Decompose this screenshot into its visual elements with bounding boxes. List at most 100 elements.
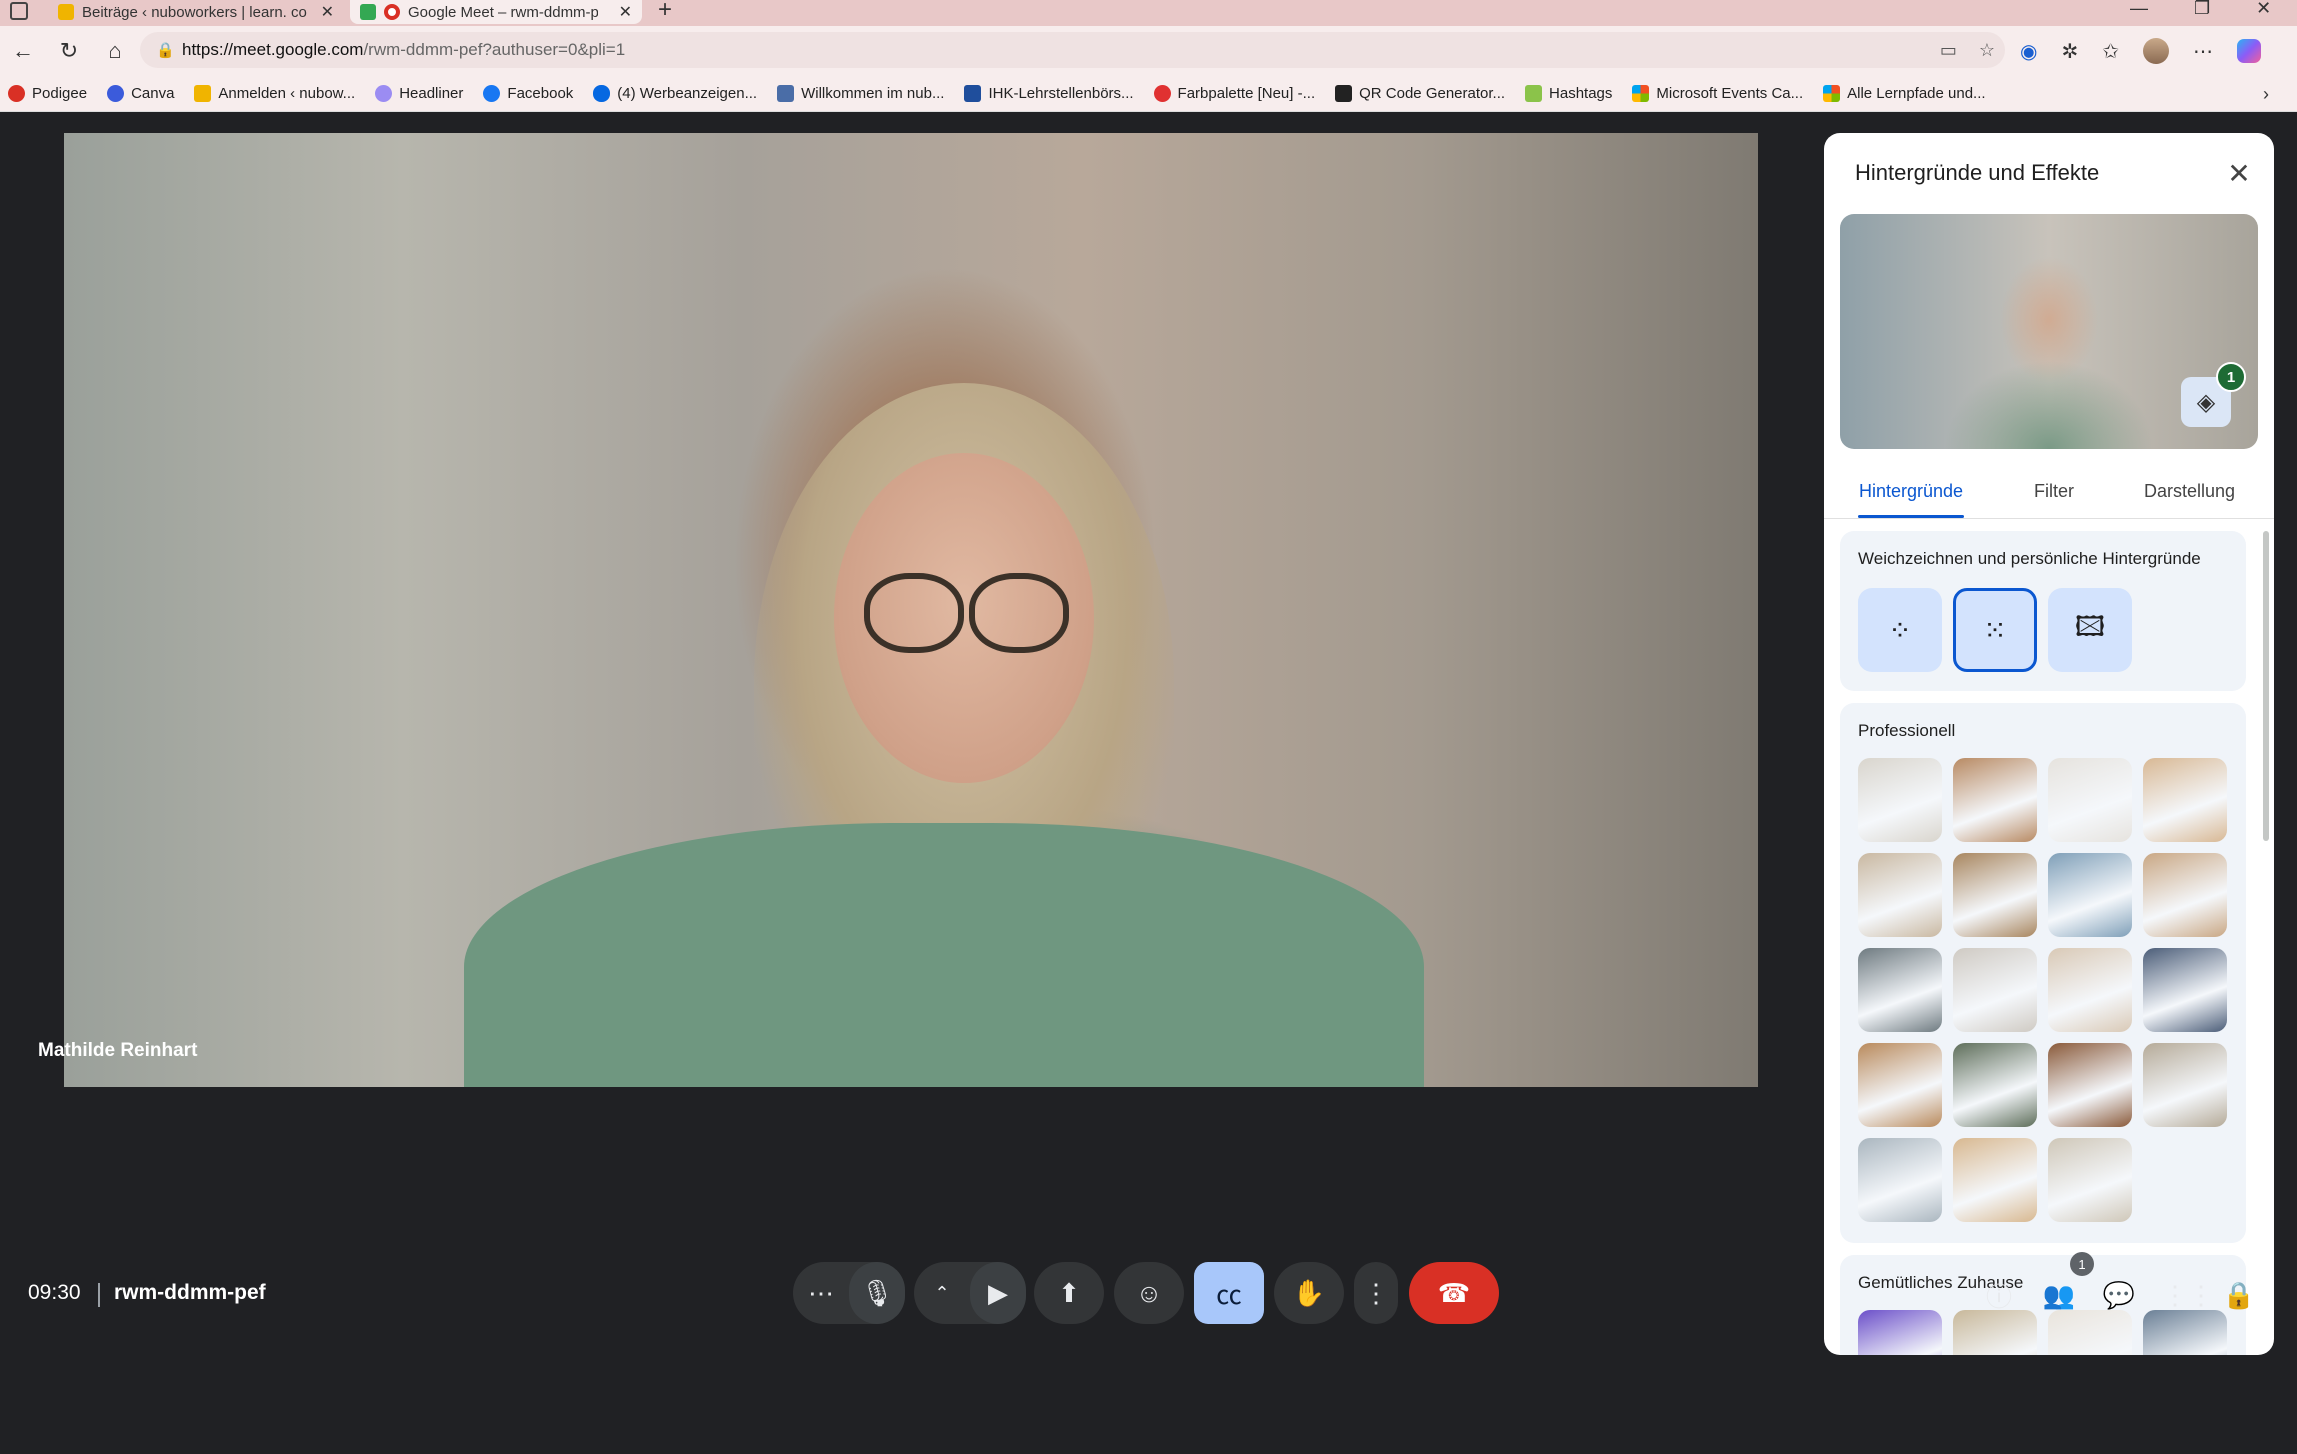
people-icon[interactable]: 👥 bbox=[2042, 1280, 2076, 1311]
background-thumbnail[interactable] bbox=[1858, 1138, 1942, 1222]
hand-icon: ✋ bbox=[1292, 1277, 1326, 1308]
background-thumbnail[interactable] bbox=[1858, 853, 1942, 937]
info-icon[interactable]: ⓘ bbox=[1982, 1277, 2016, 1314]
home-icon[interactable]: ⌂ bbox=[92, 28, 138, 74]
background-thumbnail[interactable] bbox=[2048, 758, 2132, 842]
more-menu-icon[interactable]: ⋯ bbox=[2193, 39, 2213, 64]
audio-settings-icon[interactable]: ⋯ bbox=[793, 1262, 849, 1324]
site-icon bbox=[777, 85, 795, 102]
chat-icon[interactable]: 💬 bbox=[2102, 1280, 2136, 1311]
microsoft-icon bbox=[1823, 85, 1841, 102]
panel-scrollbar[interactable] bbox=[2263, 531, 2269, 841]
background-thumbnail[interactable] bbox=[1858, 948, 1942, 1032]
close-tab-icon[interactable]: ✕ bbox=[321, 2, 334, 22]
close-icon[interactable]: ✕ bbox=[2219, 153, 2259, 193]
tab-darstellung[interactable]: Darstellung bbox=[2144, 481, 2235, 502]
raise-hand-button[interactable]: ✋ bbox=[1274, 1262, 1344, 1324]
background-thumbnail[interactable] bbox=[2048, 1138, 2132, 1222]
tab-filter[interactable]: Filter bbox=[2034, 481, 2074, 502]
password-manager-icon[interactable]: ◉ bbox=[2020, 39, 2037, 64]
panel-tabs: Hintergründe Filter Darstellung bbox=[1824, 471, 2274, 519]
background-thumbnail[interactable] bbox=[1953, 853, 2037, 937]
bookmark-facebook[interactable]: Facebook bbox=[483, 85, 573, 102]
bookmark-willkommen[interactable]: Willkommen im nub... bbox=[777, 85, 944, 102]
participant-name-label: Mathilde Reinhart bbox=[38, 1040, 198, 1061]
meeting-clock: 09:30 bbox=[28, 1281, 81, 1304]
close-window-icon[interactable]: ✕ bbox=[2256, 0, 2271, 19]
meeting-code: rwm-ddmm-pef bbox=[114, 1281, 266, 1304]
background-thumbnail[interactable] bbox=[1953, 1043, 2037, 1127]
tab-actions-icon[interactable] bbox=[10, 2, 28, 20]
tab-hintergruende[interactable]: Hintergründe bbox=[1859, 481, 1963, 502]
bookmark-farbpalette[interactable]: Farbpalette [Neu] -... bbox=[1153, 85, 1315, 102]
backgrounds-list[interactable]: Weichzeichnen und persönliche Hintergrün… bbox=[1824, 519, 2274, 1355]
chevron-right-icon[interactable]: › bbox=[2263, 76, 2269, 112]
slight-blur-button[interactable]: ⁘ bbox=[1858, 588, 1942, 672]
background-thumbnail[interactable] bbox=[2143, 1043, 2227, 1127]
background-thumbnail[interactable] bbox=[1858, 758, 1942, 842]
facebook-icon bbox=[483, 85, 501, 102]
headliner-icon bbox=[375, 85, 393, 102]
host-controls-lock-icon[interactable]: 🔒 bbox=[2222, 1280, 2256, 1311]
blur-button[interactable]: ⁙ bbox=[1953, 588, 2037, 672]
background-thumbnail[interactable] bbox=[1953, 948, 2037, 1032]
background-thumbnail[interactable] bbox=[1858, 1043, 1942, 1127]
blur-person-icon: ⁘ bbox=[1888, 614, 1912, 646]
bookmark-canva[interactable]: Canva bbox=[107, 85, 174, 102]
restore-icon[interactable]: ❐ bbox=[2194, 0, 2210, 19]
upload-background-button[interactable]: 🖾 bbox=[2048, 588, 2132, 672]
camera-icon[interactable]: ▶ bbox=[970, 1262, 1026, 1324]
leave-call-button[interactable]: ☎ bbox=[1409, 1262, 1499, 1324]
bookmark-werbeanzeigen[interactable]: (4) Werbeanzeigen... bbox=[593, 85, 757, 102]
recording-icon bbox=[384, 4, 400, 20]
background-thumbnail[interactable] bbox=[1953, 1138, 2037, 1222]
chevron-up-icon[interactable]: ⌃ bbox=[914, 1262, 970, 1324]
new-tab-button[interactable]: + bbox=[658, 0, 672, 24]
hashtags-icon bbox=[1525, 85, 1543, 102]
reactions-button[interactable]: ☺ bbox=[1114, 1262, 1184, 1324]
background-thumbnail[interactable] bbox=[2048, 948, 2132, 1032]
browser-tab-nuboworkers[interactable]: Beiträge ‹ nuboworkers | learn. co ✕ bbox=[48, 0, 344, 24]
background-thumbnail[interactable] bbox=[2048, 853, 2132, 937]
bookmark-headliner[interactable]: Headliner bbox=[375, 85, 463, 102]
bookmark-ihk[interactable]: IHK-Lehrstellenbörs... bbox=[964, 85, 1134, 102]
more-options-button[interactable]: ⋮ bbox=[1354, 1262, 1398, 1324]
backgrounds-effects-panel: Hintergründe und Effekte ✕ ◈ 1 Hintergrü… bbox=[1824, 133, 2274, 1355]
bookmark-podigee[interactable]: Podigee bbox=[8, 85, 87, 102]
microphone-icon[interactable]: 🎙 bbox=[849, 1262, 905, 1324]
podigee-icon bbox=[8, 85, 25, 102]
bookmarks-bar: Podigee Canva Anmelden ‹ nubow... Headli… bbox=[0, 76, 2297, 112]
background-thumbnail[interactable] bbox=[1858, 1310, 1942, 1355]
window-controls: — ❐ ✕ bbox=[2130, 0, 2271, 19]
background-thumbnail[interactable] bbox=[2143, 853, 2227, 937]
tab-label: Beiträge ‹ nuboworkers | learn. co bbox=[82, 3, 307, 21]
url-path: /rwm-ddmm-pef?authuser=0&pli=1 bbox=[363, 40, 626, 59]
profile-avatar[interactable] bbox=[2142, 38, 2169, 64]
minimize-icon[interactable]: — bbox=[2130, 0, 2148, 19]
activities-grid-icon[interactable]: ⋮⋮ bbox=[2162, 1280, 2214, 1311]
background-thumbnail[interactable] bbox=[1953, 758, 2037, 842]
favorites-icon[interactable]: ✩ bbox=[2102, 39, 2119, 64]
background-thumbnail[interactable] bbox=[2143, 758, 2227, 842]
extensions-icon[interactable]: ✲ bbox=[2061, 39, 2078, 64]
background-thumbnail[interactable] bbox=[2048, 1043, 2132, 1127]
active-tab-indicator bbox=[1858, 515, 1964, 518]
bookmark-hashtags[interactable]: Hashtags bbox=[1525, 85, 1612, 102]
address-bar[interactable]: 🔒 https://meet.google.com/rwm-ddmm-pef?a… bbox=[140, 32, 2005, 68]
present-screen-button[interactable]: ⬆ bbox=[1034, 1262, 1104, 1324]
back-icon[interactable]: ← bbox=[0, 28, 46, 74]
browser-tab-google-meet[interactable]: Google Meet – rwm-ddmm-p ✕ bbox=[350, 0, 642, 24]
bookmark-anmelden[interactable]: Anmelden ‹ nubow... bbox=[194, 85, 355, 102]
bookmark-microsoft-events[interactable]: Microsoft Events Ca... bbox=[1632, 85, 1803, 102]
camera-in-use-icon[interactable]: ▭ bbox=[1940, 40, 1957, 61]
microsoft-icon bbox=[1632, 85, 1650, 102]
reload-icon[interactable]: ↻ bbox=[46, 28, 92, 74]
captions-button[interactable]: ㏄ bbox=[1194, 1262, 1264, 1324]
lock-icon[interactable]: 🔒 bbox=[156, 41, 182, 59]
background-thumbnail[interactable] bbox=[2143, 948, 2227, 1032]
copilot-icon[interactable] bbox=[2236, 39, 2261, 63]
bookmark-lernpfade[interactable]: Alle Lernpfade und... bbox=[1823, 85, 1986, 102]
favorite-star-icon[interactable]: ☆ bbox=[1979, 40, 1995, 61]
bookmark-qr-code[interactable]: QR Code Generator... bbox=[1335, 85, 1505, 102]
close-tab-icon[interactable]: ✕ bbox=[619, 2, 632, 22]
